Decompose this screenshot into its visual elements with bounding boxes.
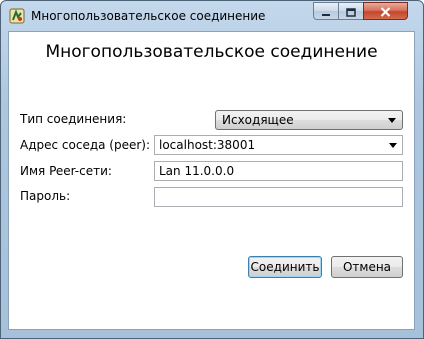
connection-type-label: Тип соединения: [20, 112, 127, 126]
maximize-button[interactable] [338, 2, 364, 20]
peer-address-label: Адрес соседа (peer): [20, 138, 151, 152]
connection-type-select[interactable]: Исходящее [215, 110, 403, 130]
title-bar[interactable]: Многопользовательское соединение [1, 1, 423, 31]
dialog-window: Многопользовательское соединение Многопо… [0, 0, 424, 339]
peer-address-input[interactable] [155, 136, 381, 154]
connect-button[interactable]: Соединить [248, 256, 322, 278]
peer-address-dropdown-button[interactable] [384, 136, 402, 154]
chevron-down-icon [388, 118, 396, 123]
close-icon [380, 2, 391, 21]
peer-address-combobox[interactable] [154, 135, 403, 155]
minimize-button[interactable] [313, 2, 339, 20]
app-icon [9, 8, 25, 24]
window-title: Многопользовательское соединение [31, 9, 266, 23]
peer-network-name-label: Имя Peer-сети: [20, 164, 112, 178]
dialog-body: Многопользовательское соединение Тип сое… [8, 31, 415, 330]
dialog-heading: Многопользовательское соединение [45, 42, 378, 62]
maximize-icon [346, 2, 356, 21]
cancel-button[interactable]: Отмена [331, 256, 403, 278]
chevron-down-icon [389, 143, 397, 148]
connection-type-value: Исходящее [222, 113, 294, 127]
password-input[interactable] [154, 187, 403, 207]
peer-network-name-input[interactable] [154, 161, 403, 181]
close-button[interactable] [363, 2, 408, 20]
minimize-icon [321, 2, 331, 21]
password-label: Пароль: [20, 189, 71, 203]
